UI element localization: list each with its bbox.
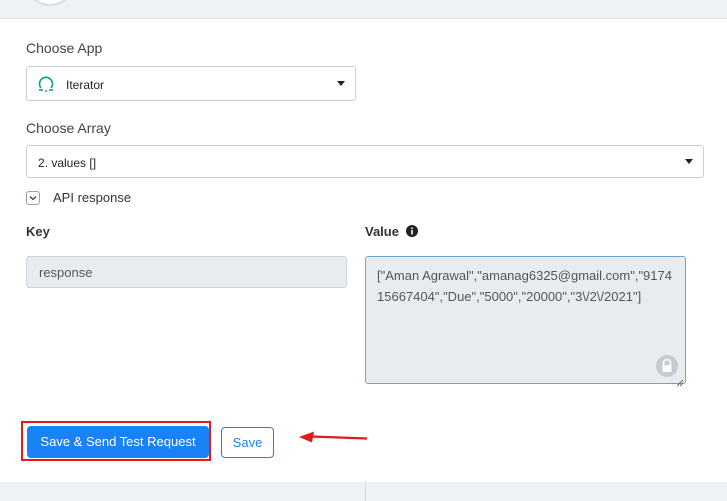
app-select-value: Iterator (66, 78, 105, 92)
api-response-label: API response (53, 190, 132, 205)
value-textarea[interactable]: ["Aman Agrawal","amanag6325@gmail.com","… (365, 256, 686, 387)
key-input-value: response (39, 265, 93, 280)
key-header: Key (26, 224, 50, 239)
arrow-left-icon (297, 430, 369, 446)
top-strip (0, 0, 727, 19)
iterator-icon (37, 75, 55, 93)
chevron-down-icon (29, 196, 37, 201)
divider (365, 482, 366, 501)
choose-app-label: Choose App (26, 40, 103, 56)
api-response-toggle[interactable] (26, 191, 40, 205)
value-textarea-content: ["Aman Agrawal","amanag6325@gmail.com","… (377, 268, 672, 304)
choose-array-label: Choose Array (26, 120, 111, 136)
array-select[interactable]: 2. values [] (26, 145, 704, 178)
app-select[interactable]: Iterator (26, 66, 356, 101)
chevron-down-icon (337, 81, 345, 86)
info-icon (405, 225, 418, 240)
avatar (28, 0, 72, 6)
chevron-down-icon (685, 159, 693, 164)
key-input[interactable]: response (26, 256, 347, 288)
value-header: Value (365, 224, 418, 240)
value-header-label: Value (365, 224, 399, 239)
array-select-value: 2. values [] (38, 156, 97, 170)
save-send-test-request-button[interactable]: Save & Send Test Request (27, 426, 209, 458)
resize-handle-icon[interactable] (676, 374, 684, 387)
lock-icon (656, 355, 678, 377)
save-button[interactable]: Save (221, 427, 274, 458)
